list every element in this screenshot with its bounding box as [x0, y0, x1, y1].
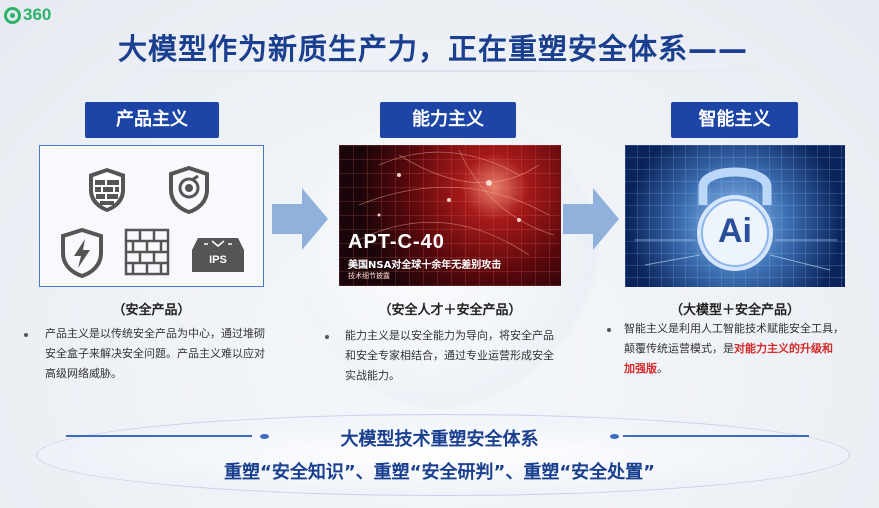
desc-intelligence-ism: 智能主义是利用人工智能技术赋能安全工具， 颠覆传统运营模式，是对能力主义的升级和…	[624, 319, 869, 379]
desc-text: 颠覆传统运营模式，是	[624, 342, 734, 355]
desc-line: 安全盒子来解决安全问题。产品主义难以应对	[45, 347, 265, 360]
banner-title: 大模型技术重塑安全体系	[340, 429, 539, 450]
desc-line: 高级网络威胁。	[45, 367, 122, 380]
shield-target-icon	[169, 166, 209, 214]
bullet	[325, 335, 329, 339]
header-product-ism: 产品主义	[85, 102, 219, 138]
header-intelligence-ism: 智能主义	[671, 102, 798, 138]
desc-text: 。	[657, 362, 668, 375]
apt-title: APT-C-40	[348, 231, 445, 253]
ai-lock-image: Ai	[625, 145, 845, 287]
bullet	[24, 333, 28, 337]
desc-line: 能力主义是以安全能力为导向，将安全产品	[345, 329, 554, 342]
desc-line: 产品主义是以传统安全产品为中心，通过堆砌	[45, 327, 265, 340]
page-title: 大模型作为新质生产力，正在重塑安全体系——	[118, 32, 749, 66]
logo-360: 360	[4, 5, 51, 25]
ips-device-icon: IPS	[190, 236, 246, 274]
shield-firewall-icon	[89, 168, 125, 212]
desc-highlight: 加强版	[624, 362, 657, 375]
caption-capability-ism: （安全人才＋安全产品）	[378, 303, 522, 318]
desc-line: 颠覆传统运营模式，是对能力主义的升级和	[624, 339, 869, 359]
desc-highlight: 对能力主义的升级和	[734, 342, 833, 355]
banner-subtitle: 重塑“安全知识”、重塑“安全研判”、重塑“安全处置”	[224, 462, 655, 483]
product-icons-panel: IPS	[39, 145, 264, 287]
desc-line: 实战能力。	[345, 369, 400, 382]
right-arrow-icon	[563, 188, 619, 250]
firewall-wall-icon	[124, 228, 170, 276]
caption-intelligence-ism: （大模型＋安全产品）	[669, 303, 800, 318]
apt-c-40-image: APT-C-40 美国NSA对全球十余年无差别攻击 技术细节披露	[339, 145, 561, 286]
desc-line: 智能主义是利用人工智能技术赋能安全工具，	[624, 322, 844, 335]
logo-360-icon	[4, 6, 21, 24]
ips-label: IPS	[209, 254, 227, 266]
logo-text: 360	[23, 5, 52, 24]
ai-label: Ai	[718, 212, 752, 250]
shield-lightning-icon	[61, 228, 103, 278]
apt-subtitle-2: 技术细节披露	[348, 272, 390, 280]
header-capability-ism: 能力主义	[380, 102, 516, 138]
bullet	[607, 328, 611, 332]
title-divider	[118, 70, 778, 72]
caption-product-ism: （安全产品）	[112, 303, 191, 318]
desc-line: 和安全专家相结合，通过专业运营形成安全	[345, 349, 554, 362]
desc-capability-ism: 能力主义是以安全能力为导向，将安全产品 和安全专家相结合，通过专业运营形成安全 …	[345, 326, 595, 386]
apt-subtitle: 美国NSA对全球十余年无差别攻击	[348, 260, 502, 271]
desc-line: 加强版。	[624, 359, 869, 379]
desc-product-ism: 产品主义是以传统安全产品为中心，通过堆砌 安全盒子来解决安全问题。产品主义难以应…	[45, 324, 305, 384]
right-arrow-icon	[272, 188, 328, 250]
